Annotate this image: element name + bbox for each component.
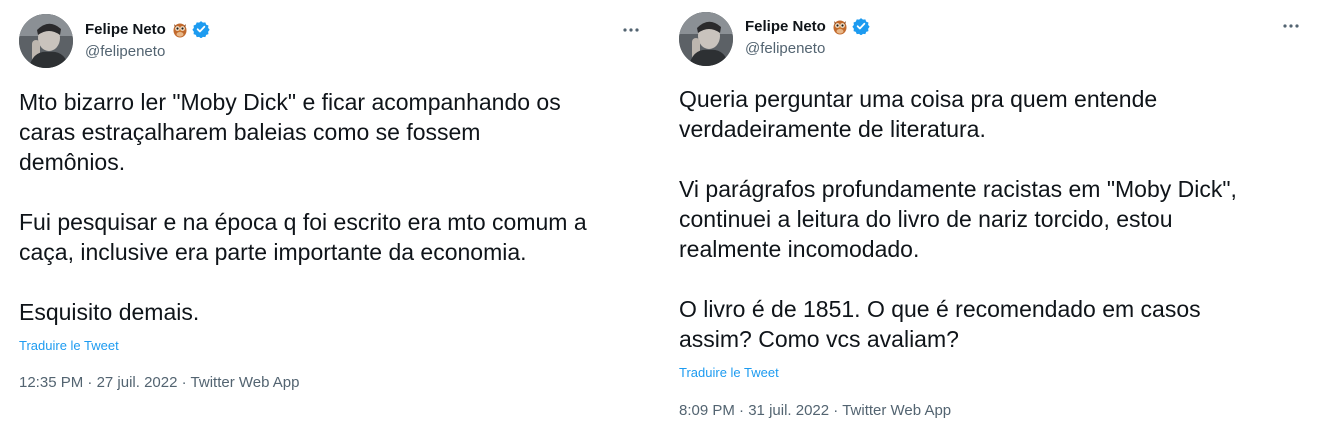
verified-badge-icon (192, 20, 210, 39)
tweet-paragraph: Mto bizarro ler "Moby Dick" e ficar acom… (19, 87, 587, 177)
tweet-paragraph: Vi parágrafos profundamente racistas em … (679, 174, 1237, 264)
tweet-date[interactable]: 31 juil. 2022 (748, 402, 829, 419)
translate-tweet-link[interactable]: Traduire le Tweet (679, 365, 779, 380)
tweet-metadata: 8:09 PM · 31 juil. 2022 · Twitter Web Ap… (679, 402, 951, 419)
tweet-text: Queria perguntar uma coisa pra quem ente… (679, 84, 1237, 354)
more-options-button[interactable] (619, 20, 643, 40)
text-line: continuei a leitura do livro de nariz to… (679, 206, 1173, 232)
author-name-row[interactable]: Felipe Neto (85, 20, 210, 39)
translate-tweet-link[interactable]: Traduire le Tweet (19, 338, 119, 353)
verified-badge-icon (852, 17, 870, 36)
text-line: O livro é de 1851. O que é recomendado e… (679, 296, 1201, 322)
more-options-icon (623, 28, 639, 32)
avatar[interactable] (19, 14, 73, 68)
avatar-photo-icon (679, 12, 733, 66)
tweet-time[interactable]: 12:35 PM (19, 374, 83, 391)
text-line: Vi parágrafos profundamente racistas em … (679, 176, 1237, 202)
display-name[interactable]: Felipe Neto (85, 21, 166, 38)
meta-separator: · (181, 374, 191, 391)
text-line: Fui pesquisar e na época q foi escrito e… (19, 209, 587, 235)
tweet-card[interactable]: Felipe Neto @felipeneto (0, 0, 660, 443)
author-name-row[interactable]: Felipe Neto (745, 17, 870, 36)
meta-separator: · (87, 374, 97, 391)
tweet-date[interactable]: 27 juil. 2022 (97, 374, 178, 391)
tweet-text: Mto bizarro ler "Moby Dick" e ficar acom… (19, 87, 587, 327)
tweet-paragraph: Fui pesquisar e na época q foi escrito e… (19, 207, 587, 267)
text-line: demônios. (19, 149, 126, 175)
tweet-source[interactable]: Twitter Web App (842, 402, 951, 419)
avatar-photo-icon (19, 14, 73, 68)
tweet-paragraph: Esquisito demais. (19, 297, 587, 327)
text-line: Queria perguntar uma coisa pra quem ente… (679, 86, 1158, 112)
author-handle[interactable]: @felipeneto (85, 43, 165, 60)
owl-icon (172, 21, 188, 38)
owl-icon (832, 18, 848, 35)
tweet-source[interactable]: Twitter Web App (191, 374, 300, 391)
tweet-paragraph: O livro é de 1851. O que é recomendado e… (679, 294, 1237, 354)
tweet-paragraph: Queria perguntar uma coisa pra quem ente… (679, 84, 1237, 144)
meta-separator: · (739, 402, 749, 419)
text-line: assim? Como vcs avaliam? (679, 326, 959, 352)
text-line: Mto bizarro ler "Moby Dick" e ficar acom… (19, 89, 561, 115)
more-options-button[interactable] (1279, 16, 1303, 36)
avatar[interactable] (679, 12, 733, 66)
more-options-icon (1283, 24, 1299, 28)
text-line: realmente incomodado. (679, 236, 920, 262)
text-line: caça, inclusive era parte importante da … (19, 239, 527, 265)
text-line: verdadeiramente de literatura. (679, 116, 986, 142)
tweet-metadata: 12:35 PM · 27 juil. 2022 · Twitter Web A… (19, 374, 300, 391)
tweet-card[interactable]: Felipe Neto @felipeneto (660, 0, 1326, 443)
meta-separator: · (833, 402, 843, 419)
author-handle[interactable]: @felipeneto (745, 40, 825, 57)
tweet-time[interactable]: 8:09 PM (679, 402, 735, 419)
display-name[interactable]: Felipe Neto (745, 18, 826, 35)
text-line: caras estraçalharem baleias como se foss… (19, 119, 481, 145)
text-line: Esquisito demais. (19, 299, 200, 325)
